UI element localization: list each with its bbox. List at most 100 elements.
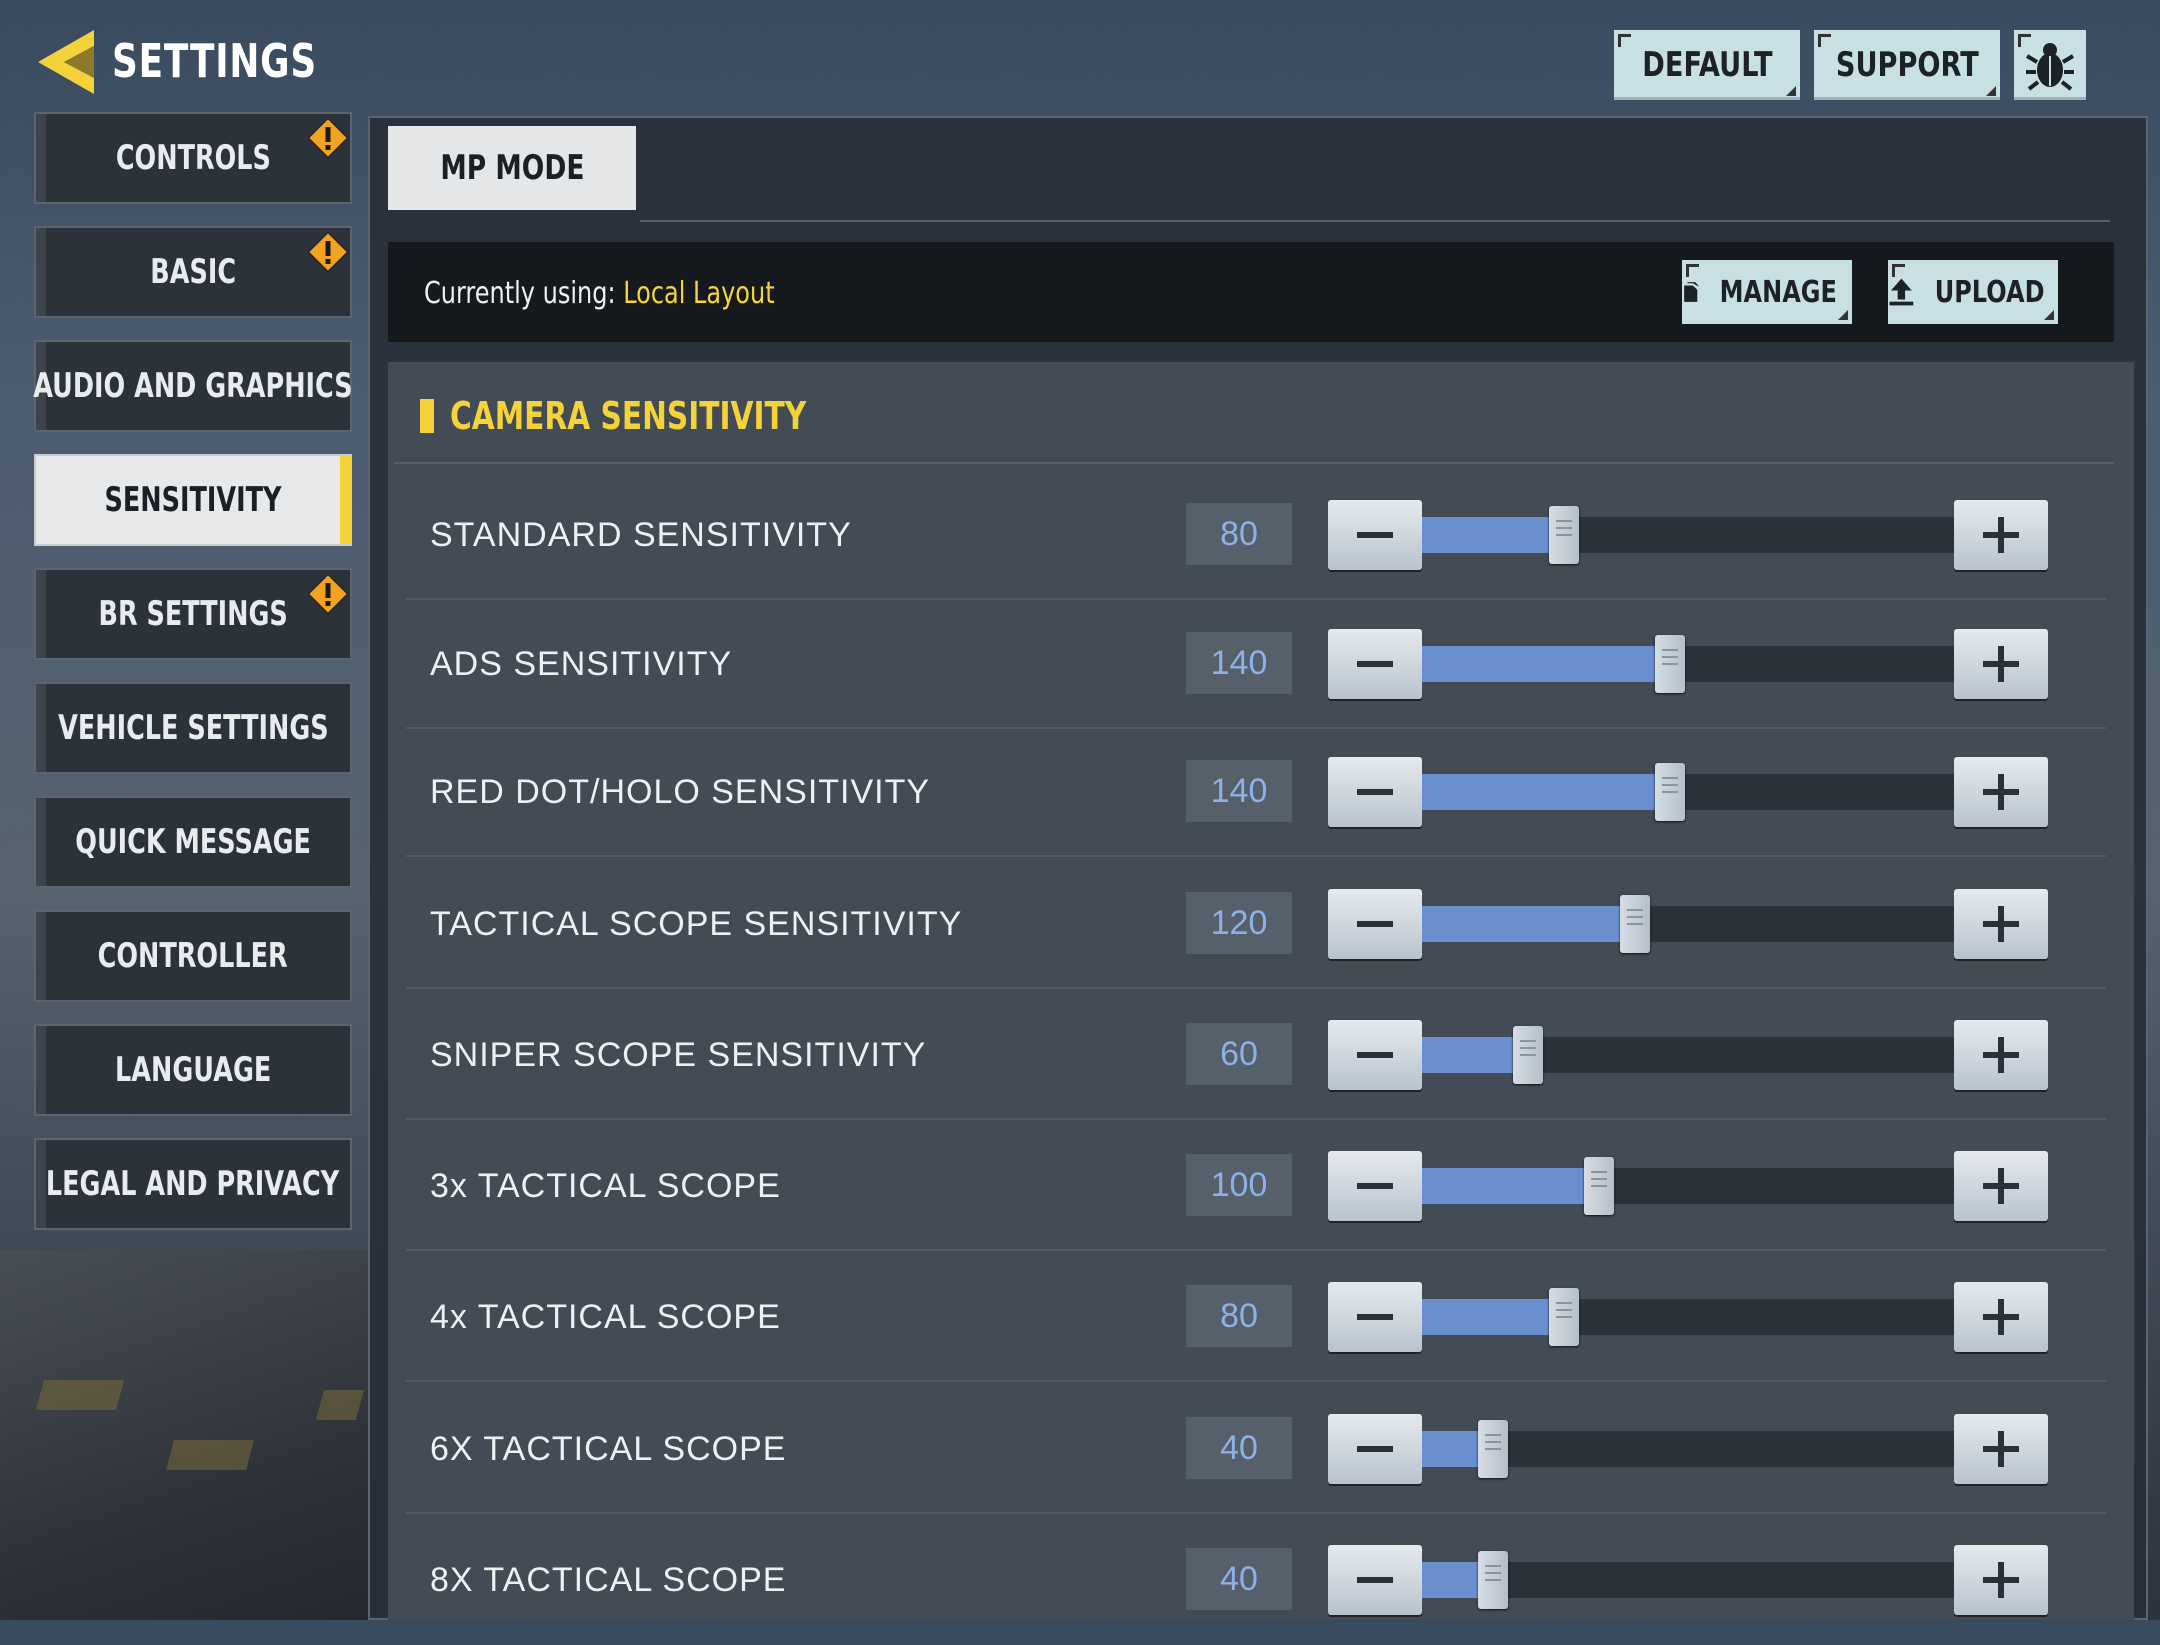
decrease-button[interactable] [1328, 1282, 1422, 1352]
sidebar-item-sensitivity[interactable]: SENSITIVITY [34, 454, 352, 546]
row-divider [406, 1512, 2106, 1514]
sensitivity-slider[interactable] [1422, 1026, 1954, 1084]
minus-icon [1357, 1314, 1393, 1320]
warning-icon [306, 572, 350, 616]
support-button[interactable]: SUPPORT [1814, 30, 2000, 100]
bug-report-button[interactable] [2014, 30, 2086, 100]
sensitivity-value[interactable]: 40 [1186, 1548, 1292, 1610]
decrease-button[interactable] [1328, 1020, 1422, 1090]
decrease-button[interactable] [1328, 629, 1422, 699]
increase-button[interactable] [1954, 889, 2048, 959]
minus-icon [1357, 1183, 1393, 1189]
back-arrow-icon [38, 30, 94, 94]
sensitivity-slider[interactable] [1422, 1551, 1954, 1609]
plus-icon [1983, 1037, 2019, 1073]
tab-mp-mode[interactable]: MP MODE [388, 126, 636, 210]
sensitivity-value[interactable]: 140 [1186, 632, 1292, 694]
sensitivity-value[interactable]: 100 [1186, 1154, 1292, 1216]
corner-decoration [2044, 310, 2054, 320]
section-marker [420, 399, 434, 433]
slider-handle[interactable] [1655, 635, 1685, 693]
slider-handle[interactable] [1655, 763, 1685, 821]
sidebar-item-controls[interactable]: CONTROLS [34, 112, 352, 204]
decrease-button[interactable] [1328, 500, 1422, 570]
sensitivity-slider[interactable] [1422, 1288, 1954, 1346]
sidebar-item-language[interactable]: LANGUAGE [34, 1024, 352, 1116]
sidebar-item-label: BR SETTINGS [98, 594, 288, 634]
sidebar-item-controller[interactable]: CONTROLLER [34, 910, 352, 1002]
layout-status: Currently using: Local Layout [424, 276, 775, 311]
decrease-button[interactable] [1328, 889, 1422, 959]
sensitivity-value[interactable]: 80 [1186, 1285, 1292, 1347]
sensitivity-label: 4x TACTICAL SCOPE [430, 1297, 781, 1336]
slider-handle[interactable] [1620, 895, 1650, 953]
sensitivity-slider[interactable] [1422, 1157, 1954, 1215]
sidebar-item-br-settings[interactable]: BR SETTINGS [34, 568, 352, 660]
sensitivity-value[interactable]: 40 [1186, 1417, 1292, 1479]
sensitivity-label: STANDARD SENSITIVITY [430, 515, 852, 554]
default-button[interactable]: DEFAULT [1614, 30, 1800, 100]
warning-icon [306, 116, 350, 160]
minus-icon [1357, 789, 1393, 795]
increase-button[interactable] [1954, 629, 2048, 699]
slider-handle[interactable] [1478, 1551, 1508, 1609]
sidebar-item-label: VEHICLE SETTINGS [57, 708, 329, 748]
section-divider [394, 462, 2114, 464]
decrease-button[interactable] [1328, 1151, 1422, 1221]
sidebar-item-quick-message[interactable]: QUICK MESSAGE [34, 796, 352, 888]
slider-handle[interactable] [1513, 1026, 1543, 1084]
sidebar-item-label: BASIC [150, 252, 236, 292]
layout-status-prefix: Currently using: [424, 276, 624, 311]
increase-button[interactable] [1954, 1545, 2048, 1615]
sensitivity-slider[interactable] [1422, 895, 1954, 953]
sensitivity-slider[interactable] [1422, 1420, 1954, 1478]
row-divider [406, 987, 2106, 989]
sidebar-item-vehicle-settings[interactable]: VEHICLE SETTINGS [34, 682, 352, 774]
sensitivity-value[interactable]: 120 [1186, 892, 1292, 954]
sensitivity-row: TACTICAL SCOPE SENSITIVITY 120 [406, 859, 2106, 989]
slider-handle[interactable] [1584, 1157, 1614, 1215]
plus-icon [1983, 1299, 2019, 1335]
sensitivity-slider[interactable] [1422, 763, 1954, 821]
plus-icon [1983, 1168, 2019, 1204]
corner-decoration [1618, 34, 1631, 47]
sidebar-item-label: AUDIO AND GRAPHICS [33, 366, 353, 406]
sensitivity-label: RED DOT/HOLO SENSITIVITY [430, 772, 931, 811]
sensitivity-label: 8X TACTICAL SCOPE [430, 1560, 787, 1599]
minus-icon [1357, 1446, 1393, 1452]
decrease-button[interactable] [1328, 757, 1422, 827]
sidebar-item-label: SENSITIVITY [104, 480, 282, 520]
sensitivity-row: 8X TACTICAL SCOPE 40 [406, 1515, 2106, 1645]
upload-button[interactable]: UPLOAD [1888, 260, 2058, 324]
sidebar-item-legal-and-privacy[interactable]: LEGAL AND PRIVACY [34, 1138, 352, 1230]
corner-decoration [1838, 310, 1848, 320]
increase-button[interactable] [1954, 500, 2048, 570]
slider-handle[interactable] [1549, 506, 1579, 564]
sidebar-item-label: LANGUAGE [114, 1050, 272, 1090]
sidebar-item-label: LEGAL AND PRIVACY [46, 1164, 340, 1204]
increase-button[interactable] [1954, 1151, 2048, 1221]
sensitivity-value[interactable]: 140 [1186, 760, 1292, 822]
sidebar-item-audio-and-graphics[interactable]: AUDIO AND GRAPHICS [33, 340, 353, 432]
increase-button[interactable] [1954, 1414, 2048, 1484]
increase-button[interactable] [1954, 1020, 2048, 1090]
slider-handle[interactable] [1478, 1420, 1508, 1478]
background-stripe [35, 1380, 125, 1410]
back-button[interactable] [34, 26, 98, 98]
increase-button[interactable] [1954, 757, 2048, 827]
sensitivity-slider[interactable] [1422, 506, 1954, 564]
sidebar-item-basic[interactable]: BASIC [34, 226, 352, 318]
decrease-button[interactable] [1328, 1414, 1422, 1484]
slider-handle[interactable] [1549, 1288, 1579, 1346]
sensitivity-value[interactable]: 80 [1186, 503, 1292, 565]
sensitivity-slider[interactable] [1422, 635, 1954, 693]
increase-button[interactable] [1954, 1282, 2048, 1352]
plus-icon [1983, 1562, 2019, 1598]
sensitivity-row: 4x TACTICAL SCOPE 80 [406, 1252, 2106, 1382]
sensitivity-value[interactable]: 60 [1186, 1023, 1292, 1085]
decrease-button[interactable] [1328, 1545, 1422, 1615]
support-button-label: SUPPORT [1835, 45, 1979, 85]
manage-button[interactable]: MANAGE [1682, 260, 1852, 324]
row-divider [406, 1380, 2106, 1382]
slider-fill [1422, 774, 1670, 810]
